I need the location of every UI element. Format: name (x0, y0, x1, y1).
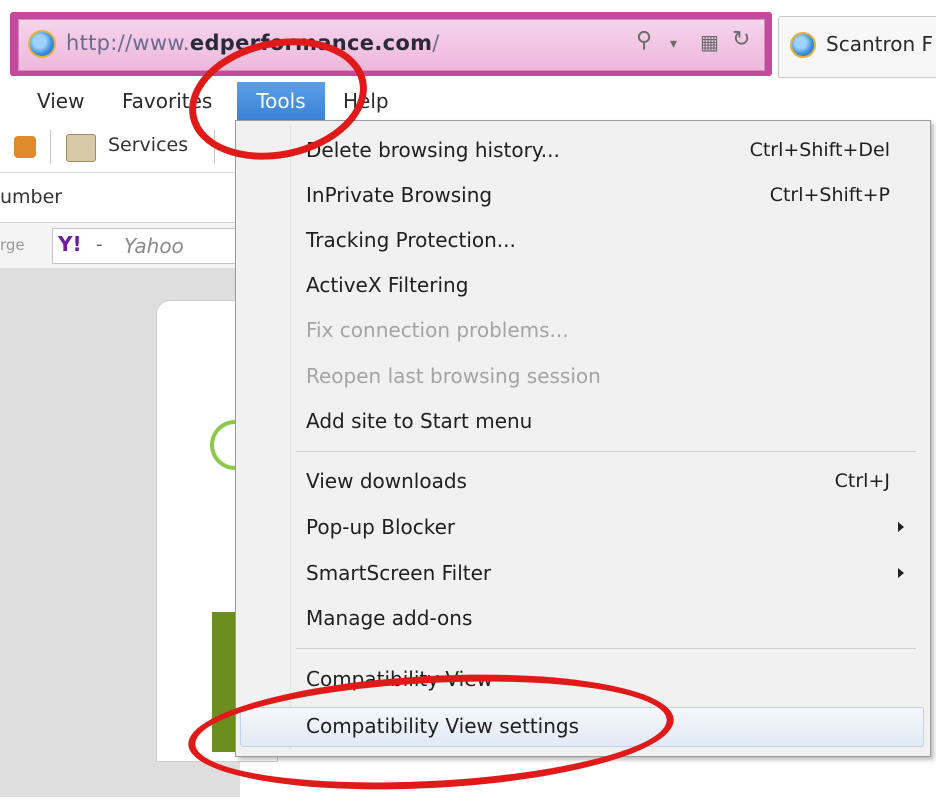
url-suffix: / (432, 31, 440, 55)
menu-item-add-to-start[interactable]: Add site to Start menu (306, 404, 532, 438)
ie-page-icon (28, 30, 56, 58)
yahoo-dash: - (96, 234, 103, 255)
shortcut-view-downloads: Ctrl+J (834, 470, 890, 492)
menu-item-tracking-protection[interactable]: Tracking Protection... (306, 223, 516, 257)
services-icon (66, 134, 96, 162)
toolbar-divider (50, 130, 51, 164)
menu-item-manage-addons[interactable]: Manage add-ons (306, 601, 472, 635)
menu-item-inprivate[interactable]: InPrivate Browsing (306, 178, 492, 212)
submenu-arrow-icon (898, 522, 904, 532)
shortcut-inprivate: Ctrl+Shift+P (769, 184, 890, 206)
menu-item-reopen-session: Reopen last browsing session (306, 364, 601, 388)
tab-title[interactable]: Scantron F (826, 32, 933, 56)
menu-item-delete-history[interactable]: Delete browsing history... (306, 133, 560, 167)
yahoo-search-placeholder: Yahoo (124, 234, 184, 258)
toolbar-text-fragment: umber (0, 186, 63, 208)
menu-item-activex-filtering[interactable]: ActiveX Filtering (306, 268, 468, 302)
compatibility-view-icon[interactable]: ▦ (700, 30, 719, 54)
tools-menu: Delete browsing history... Ctrl+Shift+De… (235, 120, 931, 757)
yahoo-logo-icon: Y! (58, 232, 82, 256)
search-toolbar-fragment: rge (0, 236, 25, 254)
menu-gutter (290, 125, 291, 750)
menu-item-fix-connection: Fix connection problems... (306, 318, 569, 342)
tab-ie-icon (790, 32, 816, 58)
home-icon[interactable] (14, 136, 36, 158)
menu-item-view-downloads[interactable]: View downloads (306, 464, 467, 498)
submenu-arrow-icon (898, 568, 904, 578)
menu-item-popup-blocker[interactable]: Pop-up Blocker (306, 510, 455, 544)
toolbar-border (0, 172, 240, 173)
services-button[interactable]: Services (108, 134, 188, 156)
menu-separator (296, 451, 916, 452)
magnifier-icon[interactable]: ⚲ (636, 28, 652, 53)
chevron-down-icon[interactable]: ▾ (670, 36, 677, 52)
shortcut-delete-history: Ctrl+Shift+Del (749, 139, 890, 161)
menu-item-smartscreen[interactable]: SmartScreen Filter (306, 556, 491, 590)
refresh-icon[interactable]: ↻ (732, 27, 750, 52)
url-prefix: http://www. (66, 31, 190, 55)
menu-view[interactable]: View (37, 86, 84, 116)
menu-separator-2 (296, 648, 916, 649)
